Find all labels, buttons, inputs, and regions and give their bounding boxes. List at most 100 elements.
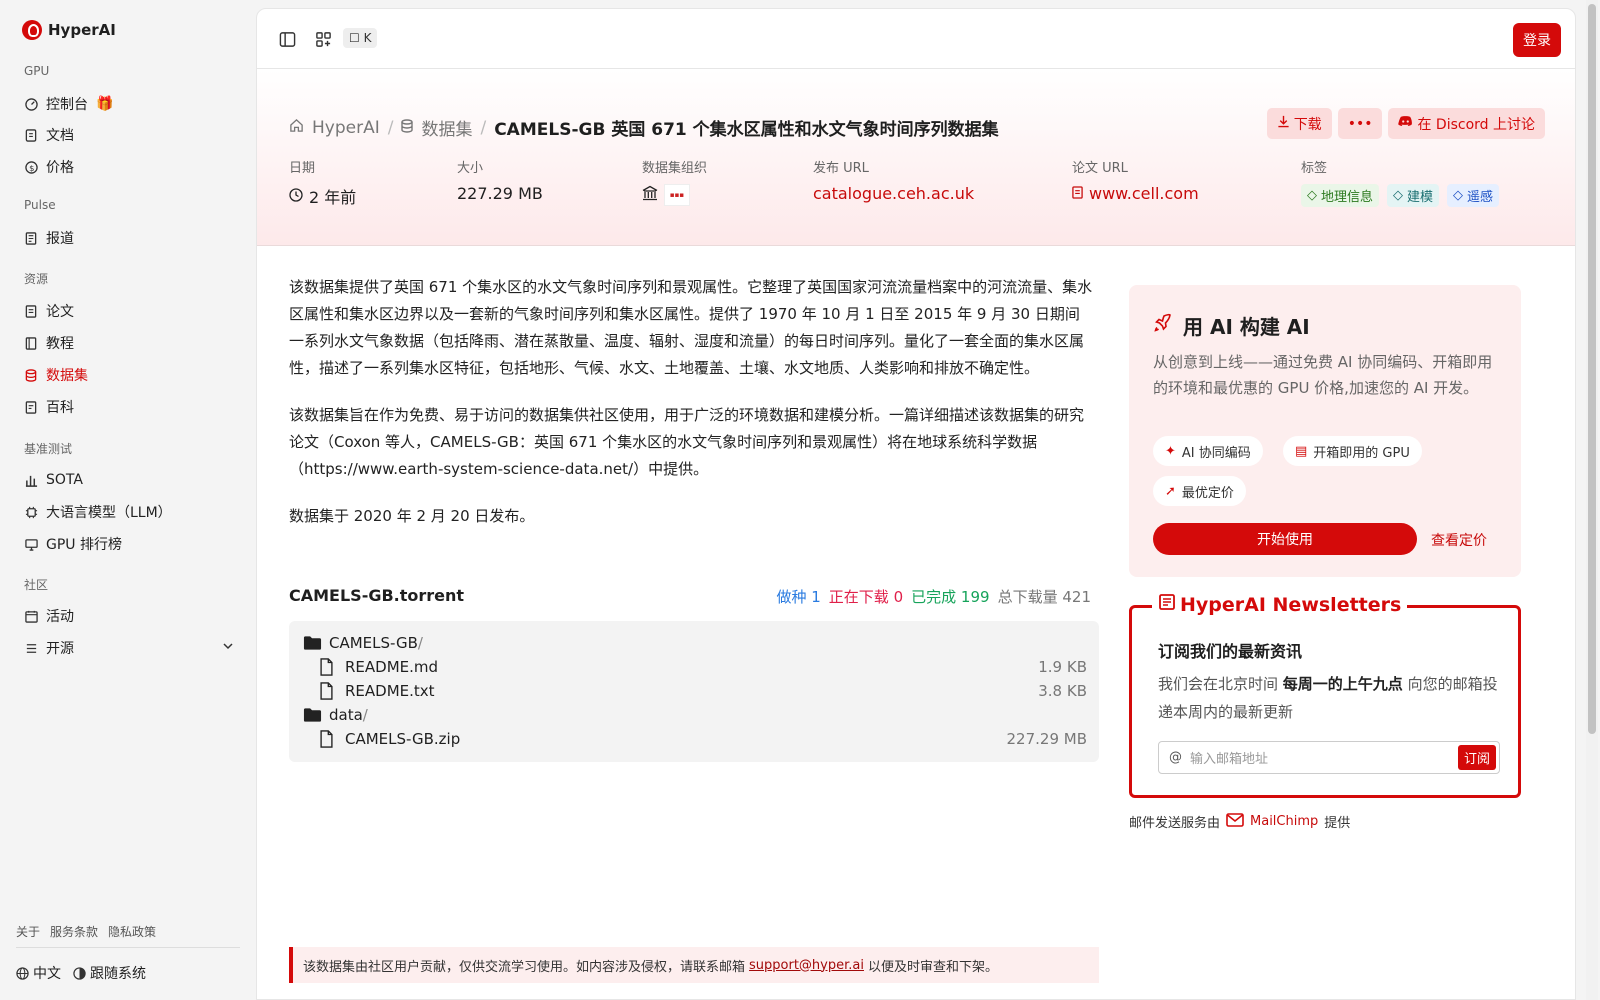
wiki-icon xyxy=(24,400,38,414)
header-actions: 下载 ••• 在 Discord 上讨论 xyxy=(1266,108,1545,139)
view-pricing-link[interactable]: 查看定价 xyxy=(1431,530,1487,550)
terms-link[interactable]: 服务条款 xyxy=(50,923,98,940)
calendar-icon xyxy=(24,609,38,623)
shortcut-key: K xyxy=(363,31,372,45)
meta-tags: 标签 ◇ 地理信息 ◇ 建模 ◇ 遥感 xyxy=(1301,157,1500,207)
sidebar-item-tutorials[interactable]: 教程 xyxy=(24,331,234,355)
theme-switch[interactable]: 跟随系统 xyxy=(73,963,146,983)
feature-chip[interactable]: ▤ 开箱即用的 GPU xyxy=(1283,436,1422,466)
discord-icon xyxy=(1398,115,1413,132)
file-tree-row[interactable]: README.txt 3.8 KB xyxy=(319,679,1087,703)
file-size: 3.8 KB xyxy=(1038,682,1087,700)
notice-text: 以便及时审查和下架。 xyxy=(867,959,998,975)
section-label-pulse: Pulse xyxy=(24,198,56,212)
support-email-link[interactable]: support@hyper.ai xyxy=(749,958,864,973)
sidebar-item-open-source[interactable]: 开源 xyxy=(24,636,234,660)
sidebar-item-pricing[interactable]: $ 价格 xyxy=(24,155,234,179)
download-label: 下载 xyxy=(1293,116,1322,133)
meta-label: 标签 xyxy=(1301,161,1328,176)
clock-icon xyxy=(289,187,303,206)
more-button[interactable]: ••• xyxy=(1337,108,1383,139)
organization-logo[interactable]: ▪▪▪ xyxy=(664,184,690,206)
sidebar-item-llm[interactable]: 大语言模型（LLM） xyxy=(24,500,234,524)
email-placeholder: 输入邮箱地址 xyxy=(1190,752,1269,767)
sidebar-item-papers[interactable]: 论文 xyxy=(24,299,234,323)
login-button[interactable]: 登录 xyxy=(1513,23,1561,57)
meta-label: 日期 xyxy=(289,161,316,176)
ai-card-heading: 用 AI 构建 AI xyxy=(1183,315,1310,339)
about-link[interactable]: 关于 xyxy=(16,923,40,940)
file-tree-row[interactable]: CAMELS-GB.zip 227.29 MB xyxy=(319,727,1087,751)
file-tree-row[interactable]: README.md 1.9 KB xyxy=(319,655,1087,679)
description-paragraph: 该数据集提供了英国 671 个集水区的水文气象时间序列和景观属性。它整理了英国国… xyxy=(289,278,1093,377)
feature-chip[interactable]: ➚ 最优定价 xyxy=(1153,476,1246,506)
database-icon xyxy=(24,368,38,382)
meta-publish-url: 发布 URL catalogue.ceh.ac.uk xyxy=(813,157,974,203)
hyperai-logo-icon xyxy=(22,20,42,40)
breadcrumb-home[interactable]: HyperAI xyxy=(312,118,380,138)
sidebar-item-label: 报道 xyxy=(46,231,74,247)
sidebar-item-console[interactable]: 控制台 🎁 xyxy=(24,92,234,116)
feature-chip[interactable]: ✦ AI 协同编码 xyxy=(1153,436,1263,466)
sidebar-item-wiki[interactable]: 百科 xyxy=(24,395,234,419)
subscribe-button[interactable]: 订阅 xyxy=(1457,745,1496,770)
at-icon: @ xyxy=(1169,750,1182,765)
mailchimp-link[interactable]: MailChimp xyxy=(1250,814,1318,829)
sidebar-bottom: 中文 跟随系统 xyxy=(16,963,146,983)
ai-card-title: 用 AI 构建 AI xyxy=(1153,311,1310,340)
discord-button[interactable]: 在 Discord 上讨论 xyxy=(1388,108,1545,139)
sidebar-item-label: 控制台 xyxy=(46,97,88,113)
list-icon xyxy=(24,641,38,655)
download-button[interactable]: 下载 xyxy=(1266,108,1332,139)
discord-label: 在 Discord 上讨论 xyxy=(1417,116,1535,133)
language-switch[interactable]: 中文 xyxy=(16,963,61,983)
chevron-down-icon[interactable] xyxy=(222,640,234,656)
email-field[interactable]: @ 输入邮箱地址 订阅 xyxy=(1158,741,1500,774)
paper-url-link[interactable]: www.cell.com xyxy=(1089,184,1199,203)
section-label-resources: 资源 xyxy=(24,272,49,286)
sidebar-item-sota[interactable]: SOTA xyxy=(24,468,234,492)
apps-icon[interactable] xyxy=(313,29,333,49)
search-shortcut[interactable]: ☐ K xyxy=(343,28,378,48)
privacy-link[interactable]: 隐私政策 xyxy=(108,923,156,940)
dashboard-icon xyxy=(24,97,38,111)
file-tree-row[interactable]: CAMELS-GB / xyxy=(303,631,1087,655)
file-name: data xyxy=(329,706,363,724)
file-name: CAMELS-GB xyxy=(329,634,418,652)
sidebar-item-events[interactable]: 活动 xyxy=(24,604,234,628)
stat-value: 421 xyxy=(1062,588,1091,606)
newsletter-icon xyxy=(1158,593,1176,616)
description-paragraph: 该数据集旨在作为免费、易于访问的数据集供社区使用，用于广泛的环境数据和建模分析。… xyxy=(289,406,1085,478)
tag-modeling[interactable]: ◇ 建模 xyxy=(1387,184,1440,207)
scrollbar[interactable] xyxy=(1586,0,1598,1000)
newsletter-title: HyperAI Newsletters xyxy=(1152,593,1408,616)
newsletter-box: HyperAI Newsletters 订阅我们的最新资讯 我们会在北京时间 每… xyxy=(1129,593,1521,798)
stat-value: 199 xyxy=(960,588,990,606)
torrent-title[interactable]: CAMELS-GB.torrent xyxy=(289,586,464,605)
get-started-button[interactable]: 开始使用 xyxy=(1153,523,1417,555)
stat-label: 总下载量 xyxy=(997,588,1058,606)
stat-label: 已完成 xyxy=(911,588,957,606)
brand[interactable]: HyperAI xyxy=(22,20,116,40)
breadcrumb-datasets[interactable]: 数据集 xyxy=(421,115,472,140)
meta-org: 数据集组织 ▪▪▪ xyxy=(642,157,707,206)
sidebar-item-label: 文档 xyxy=(46,128,74,144)
sidebar-item-datasets[interactable]: 数据集 xyxy=(24,363,234,387)
file-size: 227.29 MB xyxy=(1006,730,1088,748)
news-icon xyxy=(24,231,38,245)
tag-geo[interactable]: ◇ 地理信息 xyxy=(1301,184,1380,207)
globe-icon xyxy=(16,966,29,980)
scrollbar-thumb[interactable] xyxy=(1588,4,1596,734)
notice-text: 该数据集由社区用户贡献，仅供交流学习使用。如内容涉及侵权，请联系邮箱 xyxy=(303,959,746,975)
sidebar-toggle-icon[interactable] xyxy=(277,29,297,49)
sidebar-item-gpu-leaderboard[interactable]: GPU 排行榜 xyxy=(24,532,234,556)
sidebar-item-label: 论文 xyxy=(46,304,74,320)
tag-remote-sensing[interactable]: ◇ 遥感 xyxy=(1447,184,1500,207)
sidebar-item-news[interactable]: 报道 xyxy=(24,226,234,250)
publish-url-link[interactable]: catalogue.ceh.ac.uk xyxy=(813,184,974,203)
file-tree-row[interactable]: data / xyxy=(303,703,1087,727)
sidebar-item-label: 活动 xyxy=(46,609,74,625)
seeding-stat: 做种 1 xyxy=(776,586,820,607)
sidebar-item-docs[interactable]: 文档 xyxy=(24,123,234,147)
brand-name: HyperAI xyxy=(48,21,116,39)
